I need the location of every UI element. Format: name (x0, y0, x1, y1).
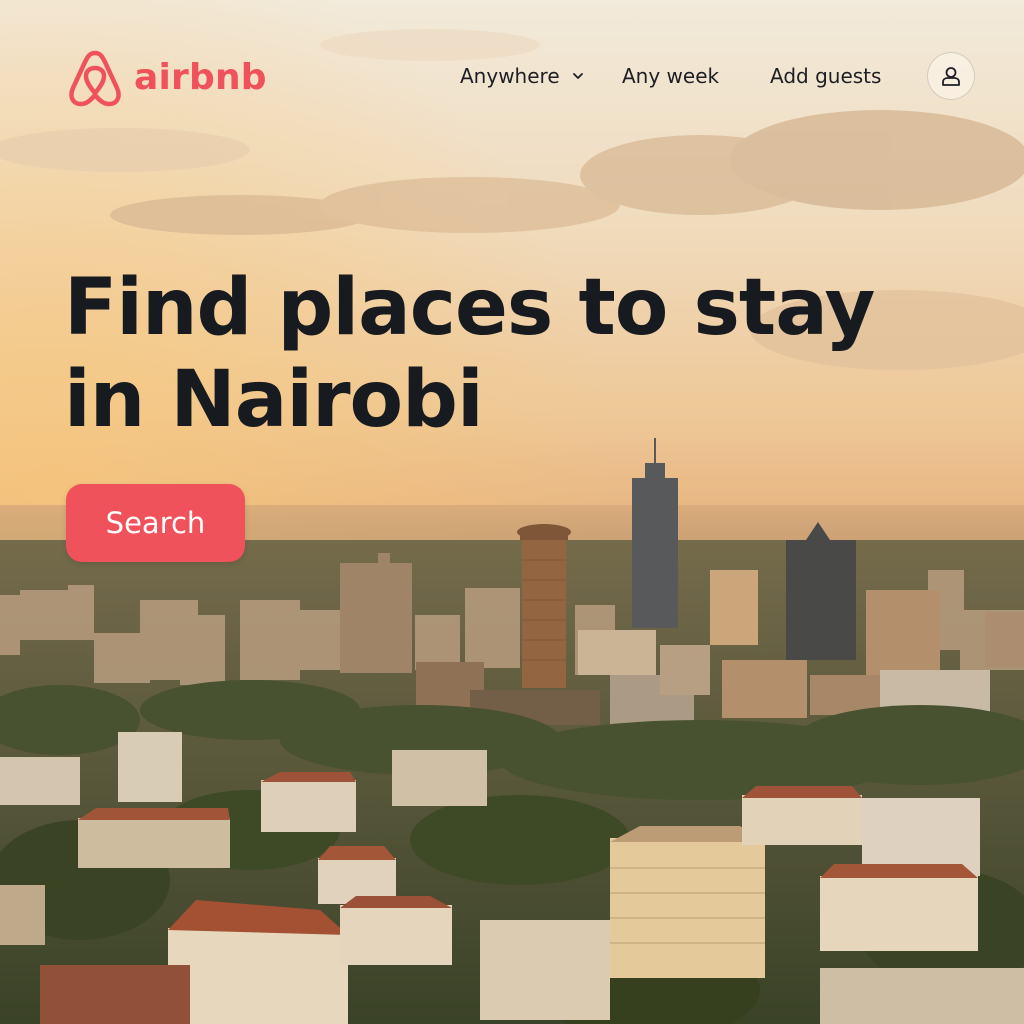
chevron-down-icon (572, 73, 583, 79)
user-icon (942, 67, 960, 86)
nav-anywhere-label: Anywhere (460, 64, 560, 88)
top-nav: airbnb Anywhere Any week Add guests (0, 0, 1024, 150)
profile-button[interactable] (927, 52, 975, 100)
nav-anywhere[interactable]: Anywhere (460, 58, 584, 94)
nav-add-guests[interactable]: Add guests (770, 58, 881, 94)
nav-any-week[interactable]: Any week (622, 58, 719, 94)
hero-title-line2: in Nairobi (64, 355, 484, 445)
nav-any-week-label: Any week (622, 64, 720, 88)
search-button[interactable]: Search (66, 484, 245, 562)
hero-title-line1: Find places to stay (64, 263, 875, 353)
airbnb-belo-icon (69, 50, 121, 107)
nav-add-guests-label: Add guests (770, 64, 882, 88)
airbnb-logo[interactable]: airbnb (66, 47, 267, 109)
brand-name: airbnb (134, 57, 267, 98)
hero-title: Find places to stay in Nairobi (64, 262, 964, 446)
